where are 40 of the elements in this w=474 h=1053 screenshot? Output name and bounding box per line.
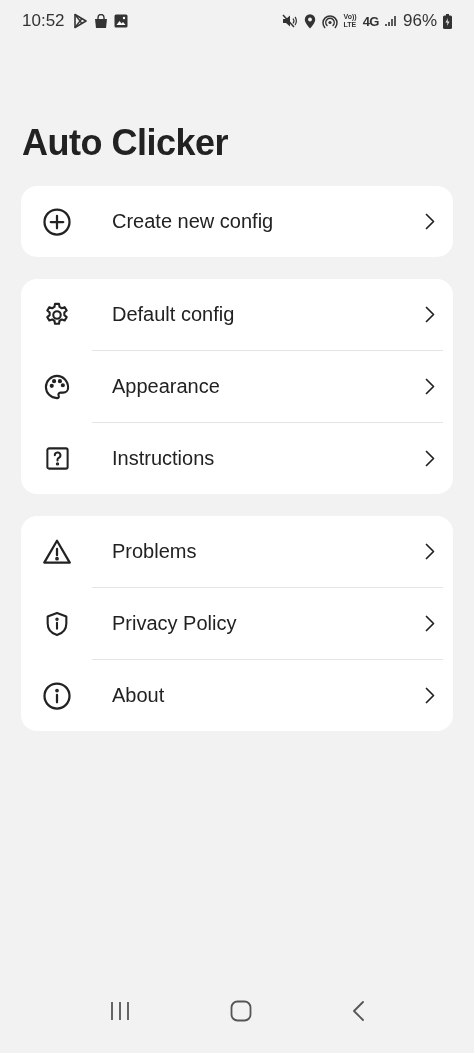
chevron-right-icon bbox=[425, 450, 435, 467]
play-store-icon bbox=[72, 13, 88, 29]
menu-item-label: Privacy Policy bbox=[112, 612, 238, 635]
menu-item[interactable]: Instructions bbox=[21, 423, 453, 494]
hotspot-icon bbox=[321, 13, 338, 29]
network-type: 4G bbox=[362, 13, 379, 29]
menu-item[interactable]: Problems bbox=[21, 516, 453, 587]
palette-icon bbox=[43, 372, 71, 401]
chevron-right-icon bbox=[425, 378, 435, 395]
location-pin-icon bbox=[303, 13, 316, 29]
help-icon bbox=[43, 445, 71, 472]
menu-item-label: Instructions bbox=[112, 447, 216, 470]
menu-item-label: Create new config bbox=[112, 210, 275, 233]
battery-charging-icon bbox=[443, 13, 452, 29]
signal-icon bbox=[384, 15, 397, 27]
menu-item[interactable]: About bbox=[21, 660, 453, 731]
menu-item[interactable]: Privacy Policy bbox=[21, 588, 453, 659]
home-icon[interactable] bbox=[230, 1000, 252, 1022]
chevron-right-icon bbox=[425, 687, 435, 704]
battery-percent: 96% bbox=[402, 11, 437, 31]
mute-icon bbox=[281, 14, 298, 28]
chevron-right-icon bbox=[425, 615, 435, 632]
recent-apps-icon[interactable] bbox=[109, 1001, 132, 1021]
menu-item-label: Problems bbox=[112, 540, 198, 563]
menu-item-label: About bbox=[112, 684, 166, 707]
back-icon[interactable] bbox=[350, 1000, 365, 1022]
menu-item-label: Appearance bbox=[112, 375, 221, 398]
shopping-bag-icon bbox=[93, 13, 108, 29]
chevron-right-icon bbox=[425, 543, 435, 560]
image-icon bbox=[113, 14, 128, 28]
chevron-right-icon bbox=[425, 213, 435, 230]
menu-item[interactable]: Appearance bbox=[21, 351, 453, 422]
info-icon bbox=[42, 680, 72, 711]
menu-item[interactable]: Default config bbox=[21, 279, 453, 350]
chevron-right-icon bbox=[425, 306, 435, 323]
clock-time: 10:52 bbox=[22, 11, 65, 31]
menu-item[interactable]: Create new config bbox=[21, 186, 453, 257]
page-title: Auto Clicker bbox=[22, 122, 230, 165]
menu-item-label: Default config bbox=[112, 303, 236, 326]
add-icon bbox=[42, 206, 72, 237]
